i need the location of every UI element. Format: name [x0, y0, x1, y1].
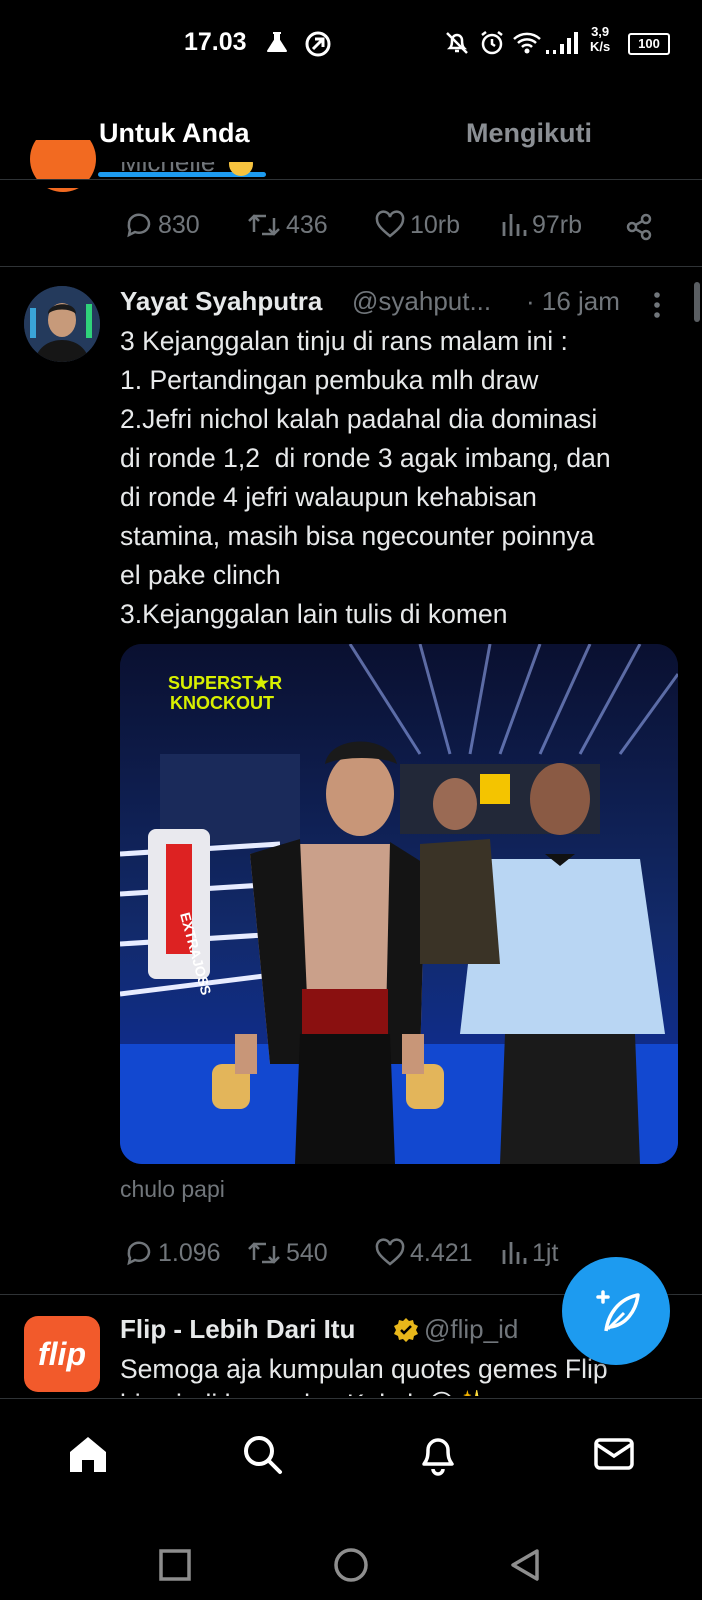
battery-indicator: 100	[628, 33, 670, 55]
next-tweet-line: bisa jadi kumpulan Kakak 😊✨	[120, 1385, 680, 1396]
author-name[interactable]: Yayat Syahputra	[120, 286, 322, 317]
author-handle[interactable]: @syahput...	[352, 286, 512, 317]
scrollbar-thumb[interactable]	[694, 282, 700, 322]
tweet-media-image[interactable]: SUPERST★R KNOCKOUT EXTRAJOSS	[120, 644, 678, 1164]
tweet-time: · 16 jam	[526, 286, 620, 316]
tweet-line: 3 Kejanggalan tinju di rans malam ini :	[120, 326, 568, 356]
like-count: 4.421	[410, 1238, 473, 1267]
next-author-name[interactable]: Flip - Lebih Dari Itu	[120, 1314, 355, 1345]
prev-like-count: 10rb	[410, 210, 461, 239]
tabs-background-mask	[0, 180, 702, 188]
system-home-button[interactable]	[332, 1546, 370, 1584]
avatar-photo	[24, 286, 100, 362]
network-speed-value: 3,9	[591, 24, 610, 39]
reply-count: 1.096	[158, 1238, 221, 1267]
flip-avatar[interactable]: flip	[24, 1316, 100, 1392]
author-avatar[interactable]	[24, 286, 100, 362]
flask-icon	[267, 32, 287, 52]
home-icon[interactable]	[66, 1432, 110, 1476]
prev-retweet-count: 436	[286, 210, 328, 239]
prev-like-button[interactable]: 10rb	[374, 210, 460, 240]
recent-apps-button[interactable]	[158, 1548, 192, 1582]
tweet-line: di ronde 1,2 di ronde 3 agak imbang, dan	[120, 443, 611, 473]
media-caption: chulo papi	[120, 1176, 225, 1202]
network-speed: 3,9 K/s	[590, 24, 610, 54]
reply-button[interactable]: 1.096	[124, 1238, 221, 1268]
back-button[interactable]	[508, 1548, 542, 1582]
views-icon	[502, 214, 527, 236]
tab-mengikuti[interactable]: Mengikuti	[466, 118, 592, 149]
verified-badge-icon	[394, 1318, 418, 1342]
media-logo-line1: SUPERST★R	[168, 673, 282, 693]
views-count: 1jt	[532, 1238, 559, 1267]
mute-bell-icon	[446, 32, 468, 54]
share-icon[interactable]	[624, 212, 654, 242]
prev-reply-count: 830	[158, 210, 200, 239]
prev-views-count: 97rb	[532, 210, 583, 239]
alarm-icon	[481, 31, 503, 55]
sync-icon	[305, 31, 331, 57]
search-icon[interactable]	[240, 1432, 284, 1476]
tweet-line: el pake clinch	[120, 560, 281, 590]
heart-icon	[375, 210, 405, 238]
prev-reply-button[interactable]: 830	[124, 210, 200, 240]
retweet-button[interactable]: 540	[246, 1238, 328, 1268]
boxing-photo: SUPERST★R KNOCKOUT EXTRAJOSS	[120, 644, 678, 1164]
retweet-icon	[248, 214, 280, 236]
tab-untuk-anda[interactable]: Untuk Anda	[99, 118, 250, 149]
wifi-icon	[513, 32, 541, 54]
flip-logo-text: flip	[38, 1335, 86, 1372]
more-options-icon[interactable]	[652, 290, 662, 320]
heart-icon	[375, 1238, 405, 1266]
prev-views-button[interactable]: 97rb	[500, 210, 582, 240]
tweet-line: stamina, masih bisa ngecounter poinnya	[120, 521, 595, 551]
compose-tweet-button[interactable]	[562, 1257, 670, 1365]
prev-retweet-button[interactable]: 436	[246, 210, 328, 240]
network-speed-unit: K/s	[590, 39, 611, 54]
tweet-line: 2.Jefri nichol kalah padahal dia dominas…	[120, 404, 598, 434]
next-author-handle[interactable]: @flip_id	[424, 1314, 518, 1345]
signal-icon	[546, 32, 578, 54]
reply-icon	[127, 1241, 151, 1266]
reply-icon	[127, 213, 151, 238]
tweet-line: 3.Kejanggalan lain tulis di komen	[120, 599, 508, 629]
tabs-divider-overlay	[0, 179, 702, 180]
messages-icon[interactable]	[592, 1432, 636, 1476]
status-bar: 17.03 3,9 K/s 100	[0, 0, 702, 88]
compose-feather-icon	[596, 1290, 640, 1332]
status-time: 17.03	[184, 28, 247, 56]
views-icon	[502, 1242, 527, 1264]
like-button[interactable]: 4.421	[374, 1238, 473, 1268]
retweet-count: 540	[286, 1238, 328, 1267]
tweet-body: 3 Kejanggalan tinju di rans malam ini : …	[120, 322, 611, 634]
notifications-icon[interactable]	[416, 1432, 460, 1476]
tweet-line: 1. Pertandingan pembuka mlh draw	[120, 365, 539, 395]
views-button[interactable]: 1jt	[500, 1238, 558, 1268]
tweet-separator	[0, 266, 702, 267]
retweet-icon	[248, 1242, 280, 1264]
tweet-line: di ronde 4 jefri walaupun kehabisan	[120, 482, 537, 512]
media-logo-line2: KNOCKOUT	[170, 693, 274, 713]
